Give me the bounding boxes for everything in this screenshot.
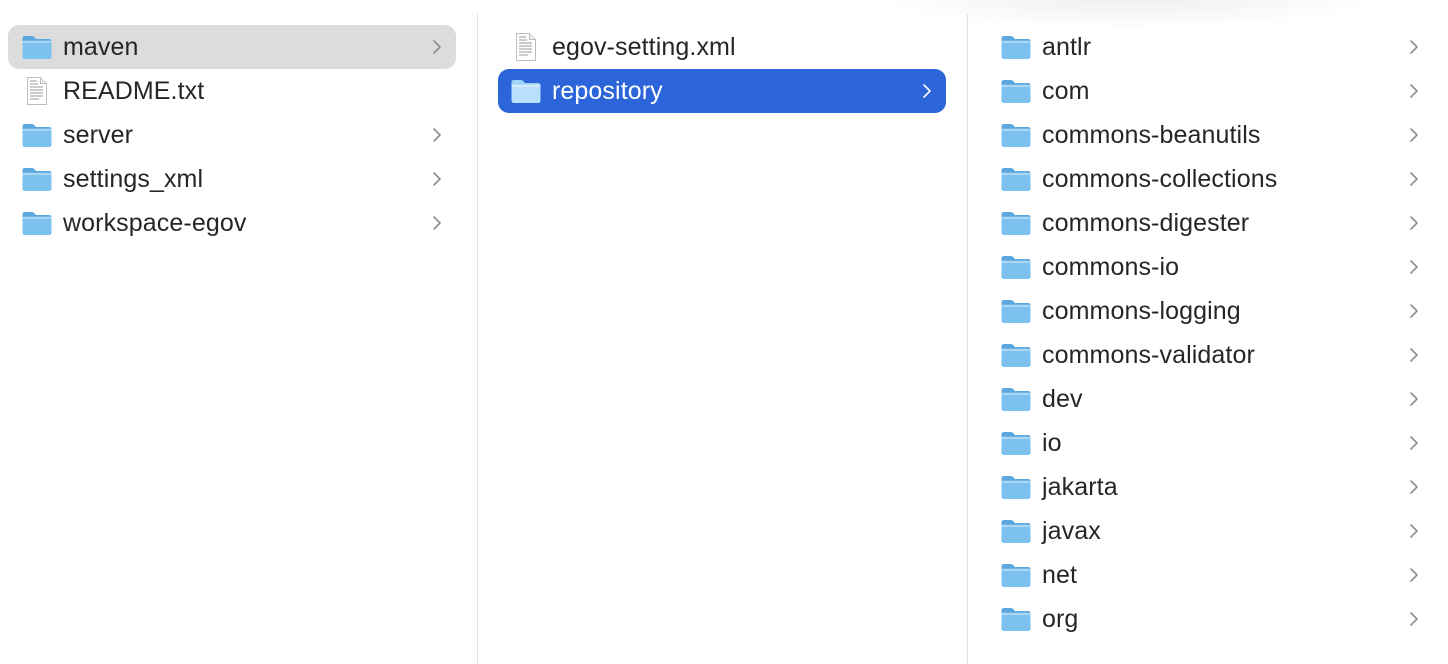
item-label: egov-setting.xml [552, 33, 736, 61]
folder-icon [999, 340, 1033, 370]
folder-item-repository[interactable]: repository [498, 69, 946, 113]
chevron-right-icon [1407, 125, 1421, 145]
chevron-right-icon [1407, 609, 1421, 629]
item-label: maven [63, 33, 139, 61]
folder-icon [509, 76, 543, 106]
item-label: commons-digester [1042, 209, 1250, 237]
item-label: commons-io [1042, 253, 1180, 281]
folder-item-commons-digester[interactable]: commons-digester [988, 201, 1433, 245]
chevron-right-icon [1407, 345, 1421, 365]
folder-item-commons-logging[interactable]: commons-logging [988, 289, 1433, 333]
folder-item-commons-beanutils[interactable]: commons-beanutils [988, 113, 1433, 157]
folder-item-maven[interactable]: maven [8, 25, 456, 69]
item-label: javax [1042, 517, 1101, 545]
column-1[interactable]: maven README.txt server settings_xml wor… [0, 0, 477, 664]
folder-icon [999, 252, 1033, 282]
item-label: org [1042, 605, 1079, 633]
chevron-right-icon [1407, 169, 1421, 189]
folder-item-settings-xml[interactable]: settings_xml [8, 157, 456, 201]
folder-item-commons-collections[interactable]: commons-collections [988, 157, 1433, 201]
item-label: io [1042, 429, 1062, 457]
item-label: commons-validator [1042, 341, 1255, 369]
folder-icon [999, 516, 1033, 546]
folder-icon [20, 208, 54, 238]
folder-item-net[interactable]: net [988, 553, 1433, 597]
folder-icon [999, 76, 1033, 106]
item-label: net [1042, 561, 1078, 589]
folder-icon [999, 296, 1033, 326]
item-label: repository [552, 77, 663, 105]
item-label: commons-beanutils [1042, 121, 1261, 149]
file-item-egov-setting-xml[interactable]: egov-setting.xml [498, 25, 946, 69]
item-label: antlr [1042, 33, 1092, 61]
folder-item-commons-io[interactable]: commons-io [988, 245, 1433, 289]
chevron-right-icon [1407, 213, 1421, 233]
item-label: workspace-egov [63, 209, 247, 237]
chevron-right-icon [1407, 389, 1421, 409]
chevron-right-icon [920, 81, 934, 101]
folder-icon [999, 32, 1033, 62]
chevron-right-icon [1407, 521, 1421, 541]
chevron-right-icon [430, 125, 444, 145]
folder-icon [20, 32, 54, 62]
folder-item-javax[interactable]: javax [988, 509, 1433, 553]
item-label: server [63, 121, 134, 149]
item-label: dev [1042, 385, 1083, 413]
item-label: commons-collections [1042, 165, 1278, 193]
chevron-right-icon [1407, 565, 1421, 585]
item-label: commons-logging [1042, 297, 1241, 325]
chevron-right-icon [1407, 301, 1421, 321]
chevron-right-icon [1407, 37, 1421, 57]
folder-item-io[interactable]: io [988, 421, 1433, 465]
chevron-right-icon [430, 169, 444, 189]
chevron-right-icon [1407, 257, 1421, 277]
folder-icon [999, 604, 1033, 634]
document-icon [509, 32, 543, 62]
folder-icon [999, 164, 1033, 194]
folder-item-antlr[interactable]: antlr [988, 25, 1433, 69]
folder-item-org[interactable]: org [988, 597, 1433, 641]
item-label: README.txt [63, 77, 205, 105]
column-3[interactable]: antlr com commons-beanutils commons-coll… [968, 0, 1448, 664]
finder-column-view: maven README.txt server settings_xml wor… [0, 0, 1448, 664]
folder-item-commons-validator[interactable]: commons-validator [988, 333, 1433, 377]
chevron-right-icon [1407, 477, 1421, 497]
chevron-right-icon [430, 213, 444, 233]
folder-icon [999, 428, 1033, 458]
folder-item-com[interactable]: com [988, 69, 1433, 113]
folder-icon [999, 120, 1033, 150]
file-item-readme-txt[interactable]: README.txt [8, 69, 456, 113]
folder-item-server[interactable]: server [8, 113, 456, 157]
chevron-right-icon [430, 37, 444, 57]
column-2[interactable]: egov-setting.xml repository [478, 0, 967, 664]
folder-icon [999, 560, 1033, 590]
item-label: settings_xml [63, 165, 204, 193]
item-label: jakarta [1042, 473, 1118, 501]
chevron-right-icon [1407, 433, 1421, 453]
document-icon [20, 76, 54, 106]
folder-icon [999, 472, 1033, 502]
folder-icon [999, 208, 1033, 238]
folder-item-jakarta[interactable]: jakarta [988, 465, 1433, 509]
folder-item-workspace-egov[interactable]: workspace-egov [8, 201, 456, 245]
chevron-right-icon [1407, 81, 1421, 101]
item-label: com [1042, 77, 1090, 105]
folder-item-dev[interactable]: dev [988, 377, 1433, 421]
folder-icon [20, 120, 54, 150]
folder-icon [20, 164, 54, 194]
folder-icon [999, 384, 1033, 414]
